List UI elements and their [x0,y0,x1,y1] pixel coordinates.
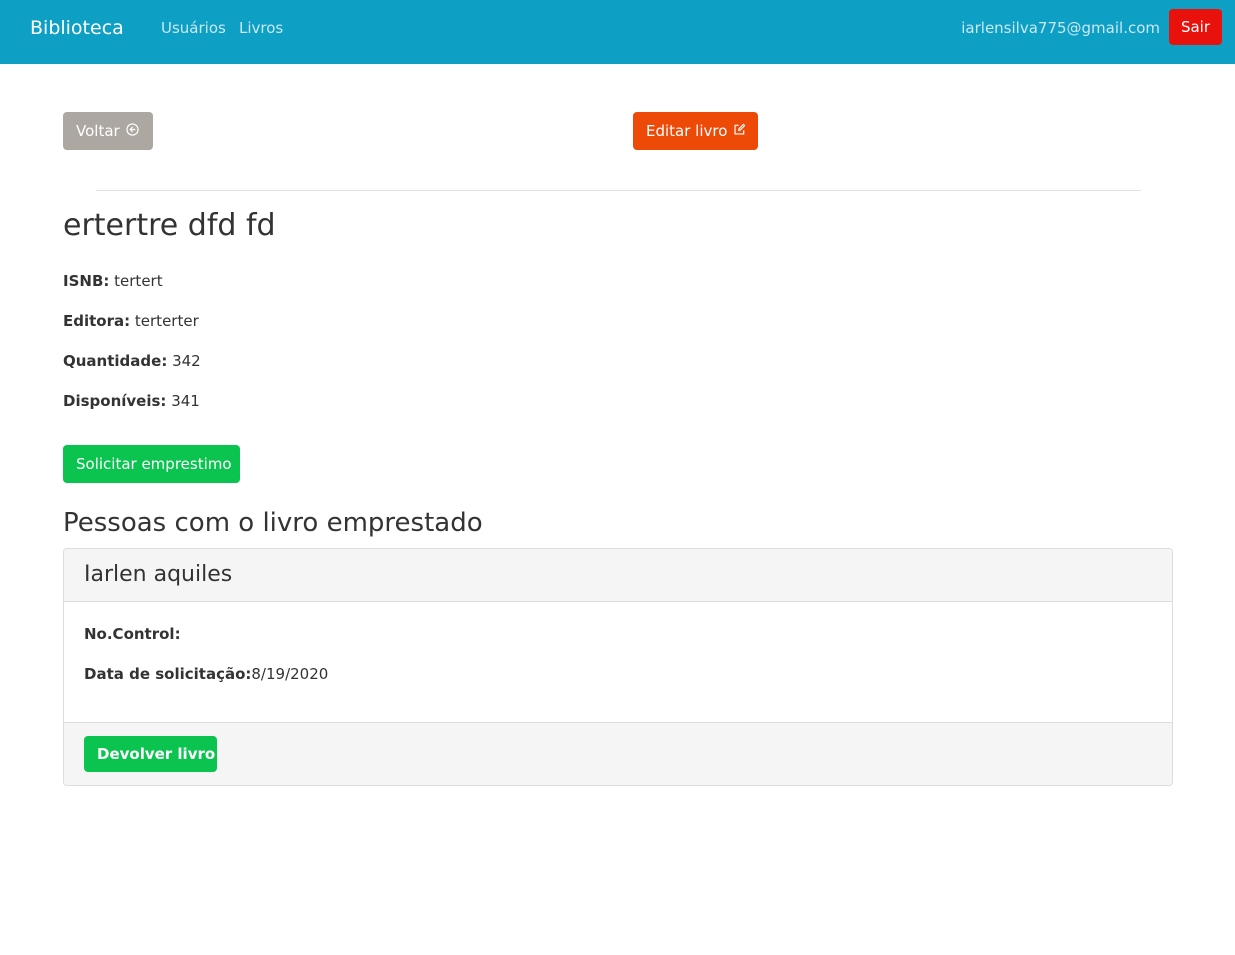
section-divider [96,190,1141,191]
nav-link-users[interactable]: Usuários [161,18,226,38]
top-navbar: Biblioteca Usuários Livros iarlensilva77… [0,0,1235,64]
publisher-value: terterter [134,312,199,330]
borrower-name: Iarlen aquiles [84,562,233,587]
logout-button[interactable]: Sair [1169,9,1222,45]
edit-square-icon [733,122,746,140]
borrower-card-header: Iarlen aquiles [64,549,1172,602]
quantity-field: Quantidade: 342 [63,351,201,371]
request-loan-button[interactable]: Solicitar emprestimo [63,445,240,483]
back-button-label: Voltar [76,122,120,140]
borrower-card: Iarlen aquiles No.Control: Data de solic… [63,548,1173,786]
quantity-value: 342 [172,352,201,370]
return-book-button[interactable]: Devolver livro [84,736,217,772]
isbn-value: tertert [114,272,163,290]
borrowers-heading: Pessoas com o livro emprestado [63,508,483,538]
isbn-label: ISNB: [63,272,110,290]
request-date-field: Data de solicitação:8/19/2020 [84,664,328,684]
edit-book-button[interactable]: Editar livro [633,112,758,150]
available-field: Disponíveis: 341 [63,391,200,411]
available-label: Disponíveis: [63,392,167,410]
borrower-card-footer [64,722,1172,785]
edit-book-label: Editar livro [646,122,728,140]
book-title: ertertre dfd fd [63,208,276,243]
user-email: iarlensilva775@gmail.com [961,19,1160,37]
quantity-label: Quantidade: [63,352,168,370]
isbn-field: ISNB: tertert [63,271,163,291]
back-button[interactable]: Voltar [63,112,153,150]
request-date-value: 8/19/2020 [251,665,329,683]
request-date-label: Data de solicitação: [84,665,252,683]
brand-link[interactable]: Biblioteca [30,16,124,40]
nav-link-books[interactable]: Livros [239,18,283,38]
circle-arrow-left-icon [126,122,139,140]
control-number-field: No.Control: [84,624,181,644]
control-number-label: No.Control: [84,625,181,643]
publisher-field: Editora: terterter [63,311,199,331]
available-value: 341 [171,392,200,410]
publisher-label: Editora: [63,312,131,330]
